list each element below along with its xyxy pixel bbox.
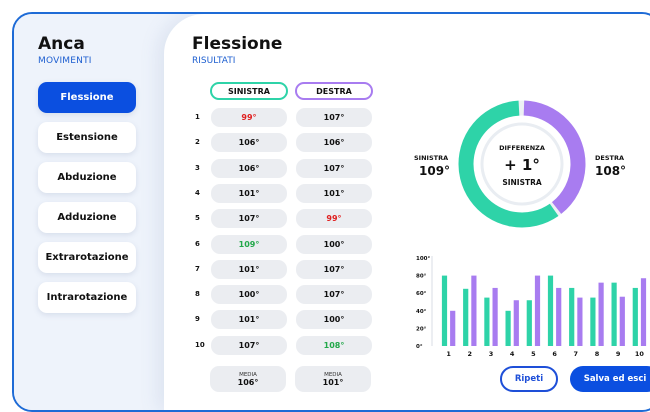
row-number: 1: [195, 113, 200, 121]
difference-side: SINISTRA: [502, 178, 542, 187]
right-series-bar: [556, 287, 562, 346]
page-subtitle: RISULTATI: [192, 56, 236, 66]
left-value-cell: 100°: [211, 285, 287, 305]
sidebar-subtitle: MOVIMENTI: [38, 56, 92, 66]
menu-extrarotazione-button[interactable]: Extrarotazione: [38, 242, 136, 273]
right-series-bar: [450, 310, 456, 346]
row-number: 9: [195, 315, 200, 324]
left-value-cell: 106°: [211, 158, 287, 178]
left-summary-value: 109°: [419, 164, 451, 178]
right-series-bar: [513, 300, 519, 346]
x-tick-label: 5: [531, 350, 536, 358]
difference-title: DIFFERENZA: [499, 144, 545, 152]
sidebar-title: Anca: [38, 34, 85, 54]
right-value-cell: 107°: [296, 108, 372, 127]
left-value-cell: 106°: [211, 133, 287, 153]
x-tick-label: 7: [574, 350, 579, 358]
row-number: 6: [195, 239, 200, 248]
row-number: 8: [195, 290, 200, 299]
x-tick-label: 8: [595, 350, 600, 358]
right-series-bar: [534, 275, 541, 346]
right-series-bar: [619, 296, 625, 346]
y-tick-label: 100°: [416, 256, 430, 262]
menu-abduzione-button[interactable]: Abduzione: [38, 162, 136, 193]
left-value-cell: 109°: [211, 234, 287, 254]
left-series-bar: [590, 297, 596, 346]
right-series-bar: [492, 287, 498, 346]
left-value-cell: 101°: [211, 310, 287, 330]
right-value-cell: 100°: [296, 310, 372, 330]
y-tick-label: 20°: [416, 326, 427, 332]
y-tick-label: 0°: [416, 344, 423, 350]
menu-intrarotazione-button[interactable]: Intrarotazione: [38, 282, 136, 313]
left-value-cell: 101°: [211, 259, 287, 279]
menu-estensione-button[interactable]: Estensione: [38, 122, 136, 153]
left-series-bar: [611, 282, 617, 346]
left-series-bar: [547, 275, 554, 346]
left-series-bar: [463, 288, 469, 346]
app-window: Anca MOVIMENTI Flessione Estensione Abdu…: [12, 12, 650, 412]
left-series-bar: [484, 297, 490, 346]
y-tick-label: 80°: [416, 274, 427, 280]
right-value-cell: 100°: [296, 234, 372, 254]
right-average-value: 101°: [322, 377, 344, 387]
main-panel: Flessione RISULTATI SINISTRA DESTRA 1 99°…: [164, 14, 650, 410]
left-series-bar: [526, 300, 532, 346]
row-number: 5: [195, 214, 200, 223]
left-series-bar: [569, 287, 575, 346]
left-value-cell: 107°: [211, 209, 287, 229]
y-tick-label: 60°: [416, 291, 427, 297]
right-series-bar: [471, 275, 477, 346]
right-value-cell: 107°: [296, 158, 372, 178]
row-number: 10: [195, 340, 205, 349]
row-number: 4: [195, 188, 200, 197]
right-series-bar: [577, 297, 583, 346]
x-tick-label: 2: [468, 350, 473, 358]
right-value-cell: 107°: [296, 285, 372, 305]
row-number: 7: [195, 264, 200, 273]
sidebar: Anca MOVIMENTI Flessione Estensione Abdu…: [14, 14, 164, 410]
left-column-header: SINISTRA: [210, 82, 288, 100]
x-tick-label: 10: [635, 350, 645, 358]
menu-flessione-button[interactable]: Flessione: [38, 82, 136, 113]
left-average: MEDIA 106°: [210, 366, 286, 392]
right-value-cell: 108°: [296, 335, 372, 355]
right-column-header: DESTRA: [295, 82, 373, 100]
difference-value: + 1°: [504, 156, 540, 174]
right-series-bar: [640, 278, 647, 346]
row-number: 2: [195, 138, 200, 147]
x-tick-label: 9: [616, 350, 621, 358]
right-value-cell: 99°: [296, 209, 372, 229]
right-summary-value: 108°: [595, 164, 627, 178]
left-value-cell: 107°: [211, 335, 287, 355]
left-summary-label: SINISTRA: [414, 154, 449, 162]
repetitions-bar-chart: 0° 20° 40° 60° 80° 100° 1 2 3 4 5 6 7 8 9 10: [416, 256, 647, 358]
right-summary-label: DESTRA: [595, 154, 624, 162]
left-average-value: 106°: [237, 377, 259, 387]
right-average: MEDIA 101°: [295, 366, 371, 392]
right-series-bar: [598, 282, 604, 346]
x-tick-label: 6: [552, 350, 557, 358]
y-tick-label: 40°: [416, 309, 427, 315]
x-tick-label: 3: [489, 350, 494, 358]
right-value-cell: 101°: [296, 183, 372, 203]
save-and-exit-button[interactable]: Salva ed esci: [570, 366, 650, 392]
difference-donut-chart: DIFFERENZA + 1° SINISTRA: [458, 100, 586, 228]
left-series-bar: [441, 275, 448, 346]
right-value-cell: 107°: [296, 259, 372, 279]
right-value-cell: 106°: [296, 133, 372, 153]
left-series-bar: [632, 287, 638, 346]
x-tick-label: 4: [510, 350, 515, 358]
left-value-cell: 99°: [211, 108, 287, 127]
row-number: 3: [195, 163, 200, 172]
menu-adduzione-button[interactable]: Adduzione: [38, 202, 136, 233]
left-series-bar: [505, 310, 511, 346]
page-title: Flessione: [192, 34, 283, 54]
x-tick-label: 1: [446, 350, 451, 358]
left-value-cell: 101°: [211, 183, 287, 203]
repeat-button[interactable]: Ripeti: [500, 366, 558, 392]
